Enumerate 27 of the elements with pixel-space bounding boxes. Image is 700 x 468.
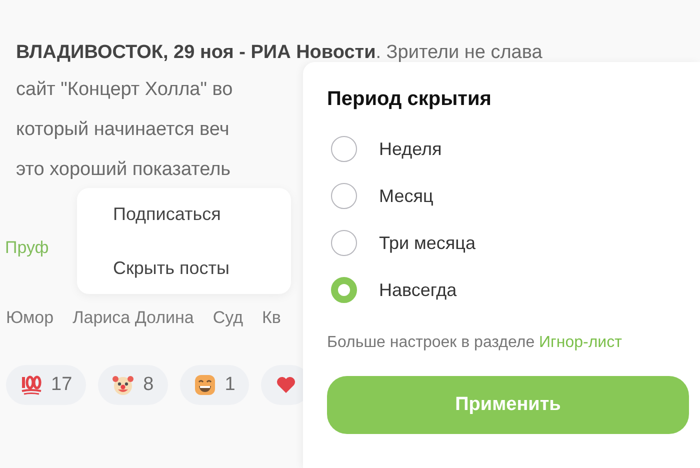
radio-button[interactable] bbox=[331, 183, 357, 209]
tag-link[interactable]: Суд bbox=[212, 308, 244, 328]
radio-button[interactable] bbox=[331, 277, 357, 303]
radio-button[interactable] bbox=[331, 230, 357, 256]
article-text: который начинается веч bbox=[16, 118, 230, 142]
heart-icon bbox=[275, 374, 298, 396]
radio-option[interactable]: Три месяца bbox=[327, 225, 689, 261]
tag-link[interactable]: Юмор bbox=[6, 308, 54, 328]
article-text: это хороший показатель bbox=[16, 158, 232, 182]
grinning-face-icon bbox=[194, 374, 216, 396]
dialog-title: Период скрытия bbox=[327, 88, 492, 111]
settings-hint: Больше настроек в разделе Игнор-лист bbox=[327, 334, 623, 352]
tag-link[interactable]: Кв bbox=[262, 308, 281, 328]
radio-option[interactable]: Навсегда bbox=[327, 272, 689, 308]
tag-link[interactable]: Лариса Долина bbox=[72, 308, 194, 328]
menu-item[interactable]: Скрыть посты bbox=[101, 244, 291, 292]
reaction-button[interactable]: 1 bbox=[180, 365, 250, 405]
clown-face-icon bbox=[112, 374, 134, 396]
article-text: ВЛАДИВОСТОК, 29 ноя - РИА Новости. Зрители не слава bbox=[16, 41, 544, 65]
article-text: сайт "Концерт Холла" во bbox=[16, 78, 234, 102]
radio-option[interactable]: Месяц bbox=[327, 178, 689, 214]
radio-button[interactable] bbox=[331, 136, 357, 162]
menu-item[interactable]: Подписаться bbox=[101, 190, 291, 238]
reaction-button[interactable]: 17 bbox=[6, 365, 86, 405]
reaction-button[interactable]: 8 bbox=[98, 365, 168, 405]
radio-option[interactable]: Неделя bbox=[327, 131, 689, 167]
hundred-points-icon bbox=[20, 374, 42, 396]
